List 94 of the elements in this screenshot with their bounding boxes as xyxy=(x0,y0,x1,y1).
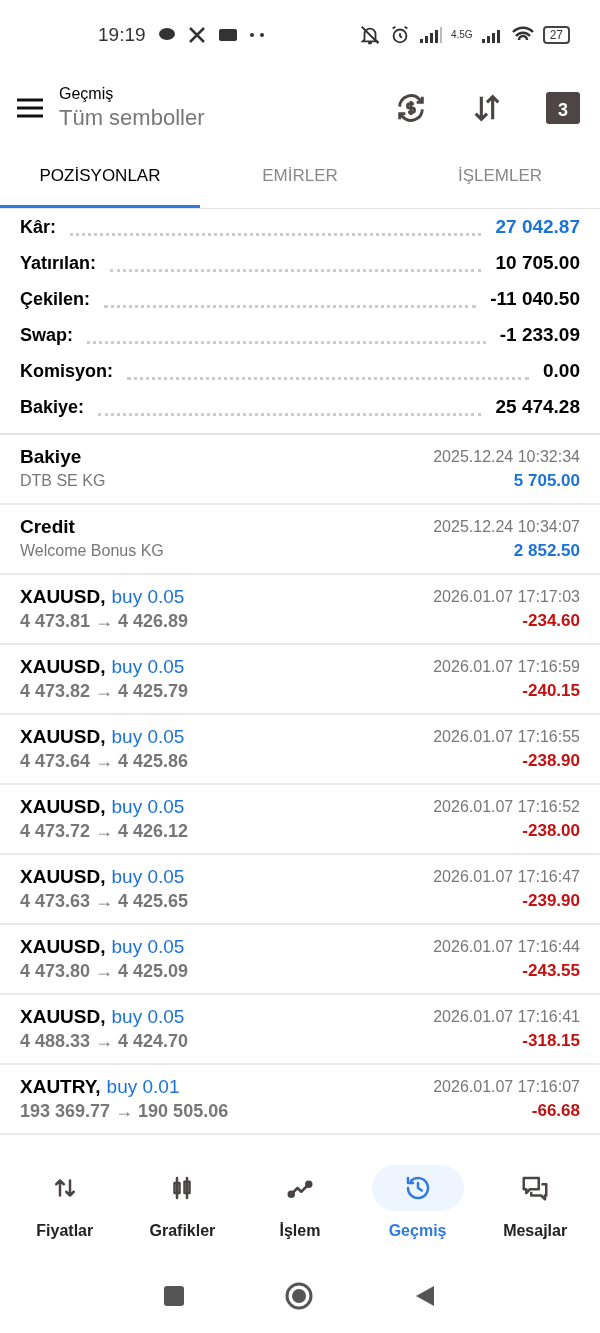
deal-row[interactable]: XAUTRY, buy 0.01 193 369.77 → 190 505.06 2026.01.07 17:16:07 -66.68 xyxy=(0,1065,600,1135)
summary-value: 10 705.00 xyxy=(495,250,580,275)
summary-value: -1 233.09 xyxy=(499,322,580,347)
deal-time: 2026.01.07 17:16:55 xyxy=(433,727,580,747)
nav-tab[interactable]: İşlem xyxy=(241,1165,359,1243)
tab[interactable]: POZİSYONLAR xyxy=(0,146,200,208)
deal-amount: -318.15 xyxy=(522,1030,580,1052)
summary-label: Yatırılan: xyxy=(20,252,97,275)
deal-type: buy 0.05 xyxy=(111,725,185,749)
summary-label: Kâr: xyxy=(20,216,56,239)
signal-icon xyxy=(418,26,443,44)
bell-off-icon xyxy=(358,24,381,46)
deal-row[interactable]: XAUUSD, buy 0.05 4 473.64 → 4 425.86 2026.01.07 17:16:55 -238.90 xyxy=(0,715,600,785)
deal-row[interactable]: XAUUSD, buy 0.05 4 488.33 → 4 424.70 2026.01.07 17:16:41 -318.15 xyxy=(0,995,600,1065)
deal-amount: 2 852.50 xyxy=(513,540,580,562)
deal-time: 2025.12.24 10:32:34 xyxy=(433,447,580,467)
symbol-name: XAUUSD, xyxy=(20,795,106,819)
tab[interactable]: İŞLEMLER xyxy=(400,146,600,208)
symbol-name: XAUTRY, xyxy=(20,1075,101,1099)
deal-amount: -240.15 xyxy=(522,680,580,702)
deal-type: buy 0.01 xyxy=(106,1075,180,1099)
deal-amount: -239.90 xyxy=(522,890,580,912)
operation-name: Credit xyxy=(20,515,76,539)
deal-type: buy 0.05 xyxy=(111,865,185,889)
menu-icon[interactable] xyxy=(16,97,44,119)
deal-amount: -238.90 xyxy=(522,750,580,772)
operation-comment: Welcome Bonus KG xyxy=(20,541,164,561)
x-logo-icon xyxy=(187,26,206,44)
price-change: 4 473.72 → 4 426.12 xyxy=(20,820,189,843)
symbol-name: XAUUSD, xyxy=(20,935,106,959)
deal-time: 2026.01.07 17:16:52 xyxy=(433,797,580,817)
summary-label: Swap: xyxy=(20,324,73,347)
tab[interactable]: EMİRLER xyxy=(200,146,400,208)
deal-row[interactable]: Bakiye DTB SE KG 2025.12.24 10:32:34 5 705.00 xyxy=(0,435,600,505)
deal-type: buy 0.05 xyxy=(111,585,185,609)
deal-time: 2026.01.07 17:16:44 xyxy=(433,937,580,957)
deal-time: 2026.01.07 17:16:59 xyxy=(433,657,580,677)
deal-time: 2025.12.24 10:34:07 xyxy=(433,517,580,537)
price-change: 4 473.64 → 4 425.86 xyxy=(20,750,189,773)
deal-row[interactable]: XAUUSD, buy 0.05 4 473.82 → 4 425.79 2026.01.07 17:16:59 -240.15 xyxy=(0,645,600,715)
calendar-button[interactable]: 3 xyxy=(546,92,580,124)
recents-button[interactable] xyxy=(164,1285,184,1306)
deal-type: buy 0.05 xyxy=(111,935,185,959)
deal-type: buy 0.05 xyxy=(111,1005,185,1029)
summary-value: 0.00 xyxy=(543,358,580,383)
deal-type: buy 0.05 xyxy=(111,655,185,679)
price-change: 4 473.82 → 4 425.79 xyxy=(20,680,189,703)
operation-name: Bakiye xyxy=(20,445,83,469)
deal-row[interactable]: XAUUSD, buy 0.05 4 473.81 → 4 426.89 2026.01.07 17:17:03 -234.60 xyxy=(0,575,600,645)
deal-row[interactable]: XAUUSD, buy 0.05 4 473.80 → 4 425.09 2026.01.07 17:16:44 -243.55 xyxy=(0,925,600,995)
summary-value: -11 040.50 xyxy=(490,286,580,311)
summary-value: 25 474.28 xyxy=(495,394,580,419)
status-time: 19:19 xyxy=(98,22,146,47)
chat-bubble-icon xyxy=(157,27,176,43)
price-change: 4 473.80 → 4 425.09 xyxy=(20,960,189,983)
summary-value: 27 042.87 xyxy=(495,214,580,239)
deal-time: 2026.01.07 17:16:07 xyxy=(433,1077,580,1097)
screen-title: Geçmiş xyxy=(59,84,115,104)
symbol-name: XAUUSD, xyxy=(20,1005,106,1029)
card-icon xyxy=(217,27,238,43)
deal-row[interactable]: XAUUSD, buy 0.05 4 473.63 → 4 425.65 2026.01.07 17:16:47 -239.90 xyxy=(0,855,600,925)
deal-time: 2026.01.07 17:17:03 xyxy=(433,587,580,607)
symbol-name: XAUUSD, xyxy=(20,725,106,749)
more-dots-icon xyxy=(249,33,264,37)
network-type: 4.5G xyxy=(450,30,473,40)
deal-time: 2026.01.07 17:16:47 xyxy=(433,867,580,887)
battery-indicator: 27 xyxy=(542,26,570,44)
home-button[interactable] xyxy=(284,1280,314,1311)
price-change: 4 473.63 → 4 425.65 xyxy=(20,890,189,913)
deal-amount: -238.00 xyxy=(522,820,580,842)
symbol-name: XAUUSD, xyxy=(20,655,106,679)
operation-comment: DTB SE KG xyxy=(20,471,106,491)
summary-label: Komisyon: xyxy=(20,360,113,383)
deal-amount: -234.60 xyxy=(522,610,580,632)
deal-amount: 5 705.00 xyxy=(513,470,580,492)
symbol-filter[interactable]: Tüm semboller xyxy=(59,104,394,132)
symbol-name: XAUUSD, xyxy=(20,585,106,609)
deal-amount: -66.68 xyxy=(531,1100,580,1122)
deal-type: buy 0.05 xyxy=(111,795,185,819)
deal-row[interactable]: XAUUSD, buy 0.05 4 473.72 → 4 426.12 2026.01.07 17:16:52 -238.00 xyxy=(0,785,600,855)
summary-label: Çekilen: xyxy=(20,288,91,311)
price-change: 4 473.81 → 4 426.89 xyxy=(20,610,189,633)
back-button[interactable] xyxy=(414,1283,436,1308)
nav-tab[interactable]: Mesajlar xyxy=(476,1165,594,1243)
nav-tab[interactable]: Fiyatlar xyxy=(6,1165,124,1243)
summary-label: Bakiye: xyxy=(20,396,85,419)
symbol-name: XAUUSD, xyxy=(20,865,106,889)
price-change: 193 369.77 → 190 505.06 xyxy=(20,1100,229,1123)
deal-amount: -243.55 xyxy=(522,960,580,982)
nav-tab[interactable]: Grafikler xyxy=(123,1165,242,1243)
nav-tab[interactable]: Geçmiş xyxy=(358,1165,477,1243)
deal-time: 2026.01.07 17:16:41 xyxy=(433,1007,580,1027)
deal-row[interactable]: Credit Welcome Bonus KG 2025.12.24 10:34:07 2 852.50 xyxy=(0,505,600,575)
price-change: 4 488.33 → 4 424.70 xyxy=(20,1030,189,1053)
